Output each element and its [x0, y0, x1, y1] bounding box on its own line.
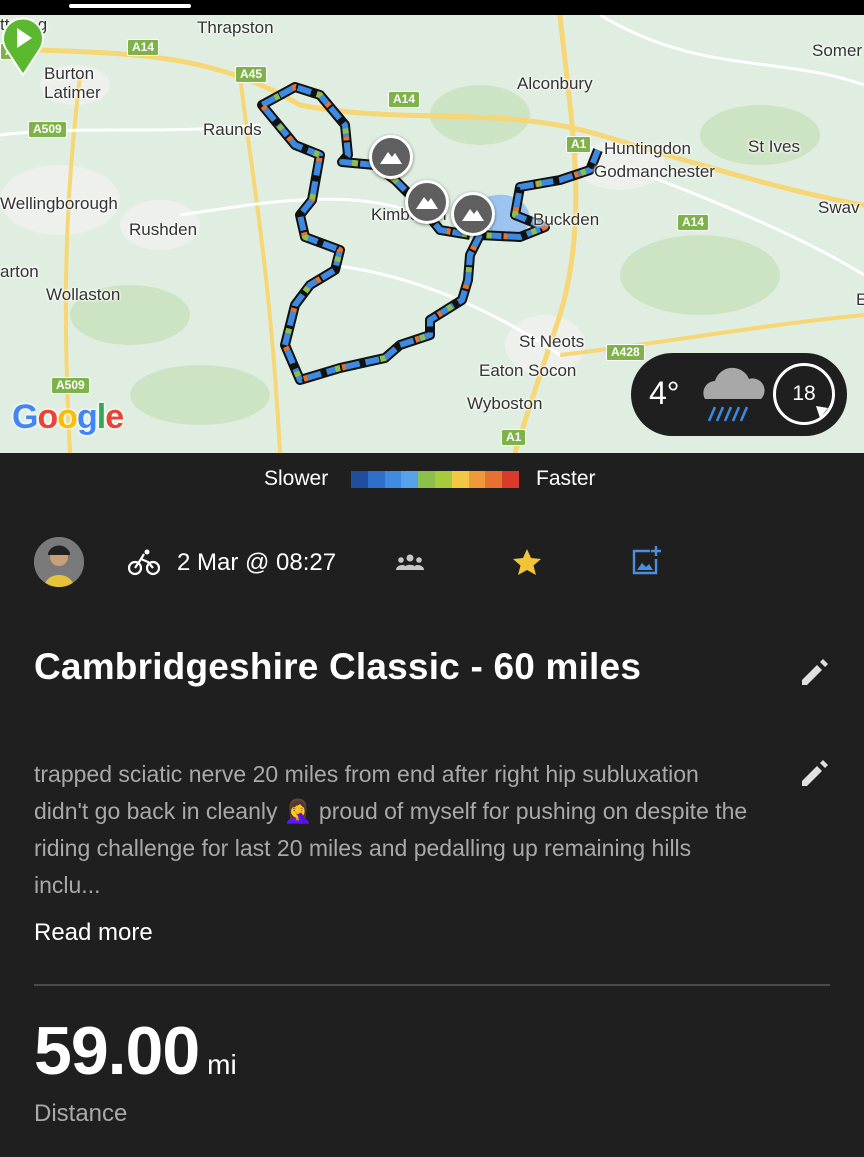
- logo-letter: e: [105, 398, 124, 436]
- activity-datetime: 2 Mar @ 08:27: [177, 549, 337, 576]
- logo-letter: G: [12, 398, 38, 436]
- place-label: Huntingdon: [604, 139, 691, 158]
- legend-color: [401, 471, 419, 488]
- road-label: A428: [606, 344, 645, 361]
- place-label: St Ives: [748, 137, 800, 156]
- place-label: Burton Latimer: [44, 64, 101, 102]
- edit-title-icon[interactable]: [798, 656, 830, 688]
- wind-direction-icon: [816, 406, 828, 418]
- google-logo: Google: [12, 398, 124, 437]
- place-label: Rushden: [129, 220, 198, 239]
- activity-description: trapped sciatic nerve 20 miles from end …: [34, 761, 748, 898]
- road-label: A14: [127, 39, 160, 56]
- legend-color: [502, 471, 519, 488]
- activity-title: Cambridgeshire Classic - 60 miles: [34, 646, 642, 687]
- tab-indicator: [69, 4, 191, 8]
- speed-legend: Slower Faster: [0, 465, 864, 495]
- logo-letter: o: [57, 398, 78, 436]
- place-label: Buckden: [533, 210, 600, 229]
- logo-letter: l: [96, 398, 107, 436]
- legend-color: [468, 471, 486, 488]
- road-label: A14: [677, 214, 710, 231]
- road-label: A14: [388, 91, 421, 108]
- mountain-icon[interactable]: [405, 180, 449, 224]
- place-label: St Neots: [519, 332, 585, 351]
- place-label: Wollaston: [46, 285, 121, 304]
- legend-color: [384, 471, 402, 488]
- place-label: Alconbury: [517, 74, 593, 93]
- road-label: A45: [235, 66, 268, 83]
- group-icon[interactable]: [396, 553, 424, 571]
- bike-icon: [128, 549, 160, 576]
- avatar[interactable]: [34, 537, 84, 587]
- distance-label: Distance: [34, 1100, 128, 1127]
- play-icon[interactable]: [0, 15, 46, 77]
- road-label: A509: [28, 121, 67, 138]
- place-label: Thrapston: [197, 18, 274, 37]
- wind-speed: 18: [792, 382, 816, 405]
- rain-cloud-icon: [703, 367, 765, 422]
- star-icon[interactable]: [512, 548, 542, 576]
- speed-gradient-bar: [351, 471, 519, 488]
- read-more-link[interactable]: Read more: [34, 919, 153, 947]
- distance-stat: 59.00 mi: [34, 1012, 237, 1090]
- place-label: Raunds: [203, 120, 262, 139]
- road-label: A509: [51, 377, 90, 394]
- place-label: E: [856, 290, 864, 309]
- add-photo-icon[interactable]: [630, 545, 662, 577]
- legend-color: [418, 471, 435, 488]
- legend-faster-label: Faster: [536, 467, 596, 490]
- place-label: Wellingborough: [0, 194, 118, 213]
- legend-color: [351, 471, 368, 488]
- legend-color: [451, 471, 469, 488]
- mountain-icon[interactable]: [369, 135, 413, 179]
- road-label: A1: [566, 136, 592, 153]
- distance-unit: mi: [207, 1049, 237, 1080]
- logo-letter: o: [37, 398, 58, 436]
- weather-temperature: 4°: [649, 375, 680, 411]
- wind-indicator: 18: [773, 363, 835, 425]
- road-label: A1: [501, 429, 527, 446]
- place-label: Somer: [812, 41, 863, 60]
- place-label: Godmanchester: [594, 162, 715, 181]
- divider: [34, 984, 830, 986]
- route-map[interactable]: ttering Thrapston Somer Burton Latimer A…: [0, 15, 864, 453]
- legend-slower-label: Slower: [264, 467, 329, 490]
- place-label: Wyboston: [467, 394, 543, 413]
- mountain-icon[interactable]: [451, 192, 495, 236]
- distance-value: 59.00: [34, 1013, 200, 1089]
- place-label: Eaton Socon: [479, 361, 577, 380]
- place-label: Swav: [818, 198, 860, 217]
- legend-color: [485, 471, 503, 488]
- place-label: arton: [0, 262, 39, 281]
- status-bar: [0, 0, 864, 15]
- logo-letter: g: [77, 398, 98, 436]
- weather-widget[interactable]: 4° 18: [631, 353, 847, 436]
- legend-color: [434, 471, 452, 488]
- edit-description-icon[interactable]: [798, 757, 830, 789]
- legend-color: [367, 471, 385, 488]
